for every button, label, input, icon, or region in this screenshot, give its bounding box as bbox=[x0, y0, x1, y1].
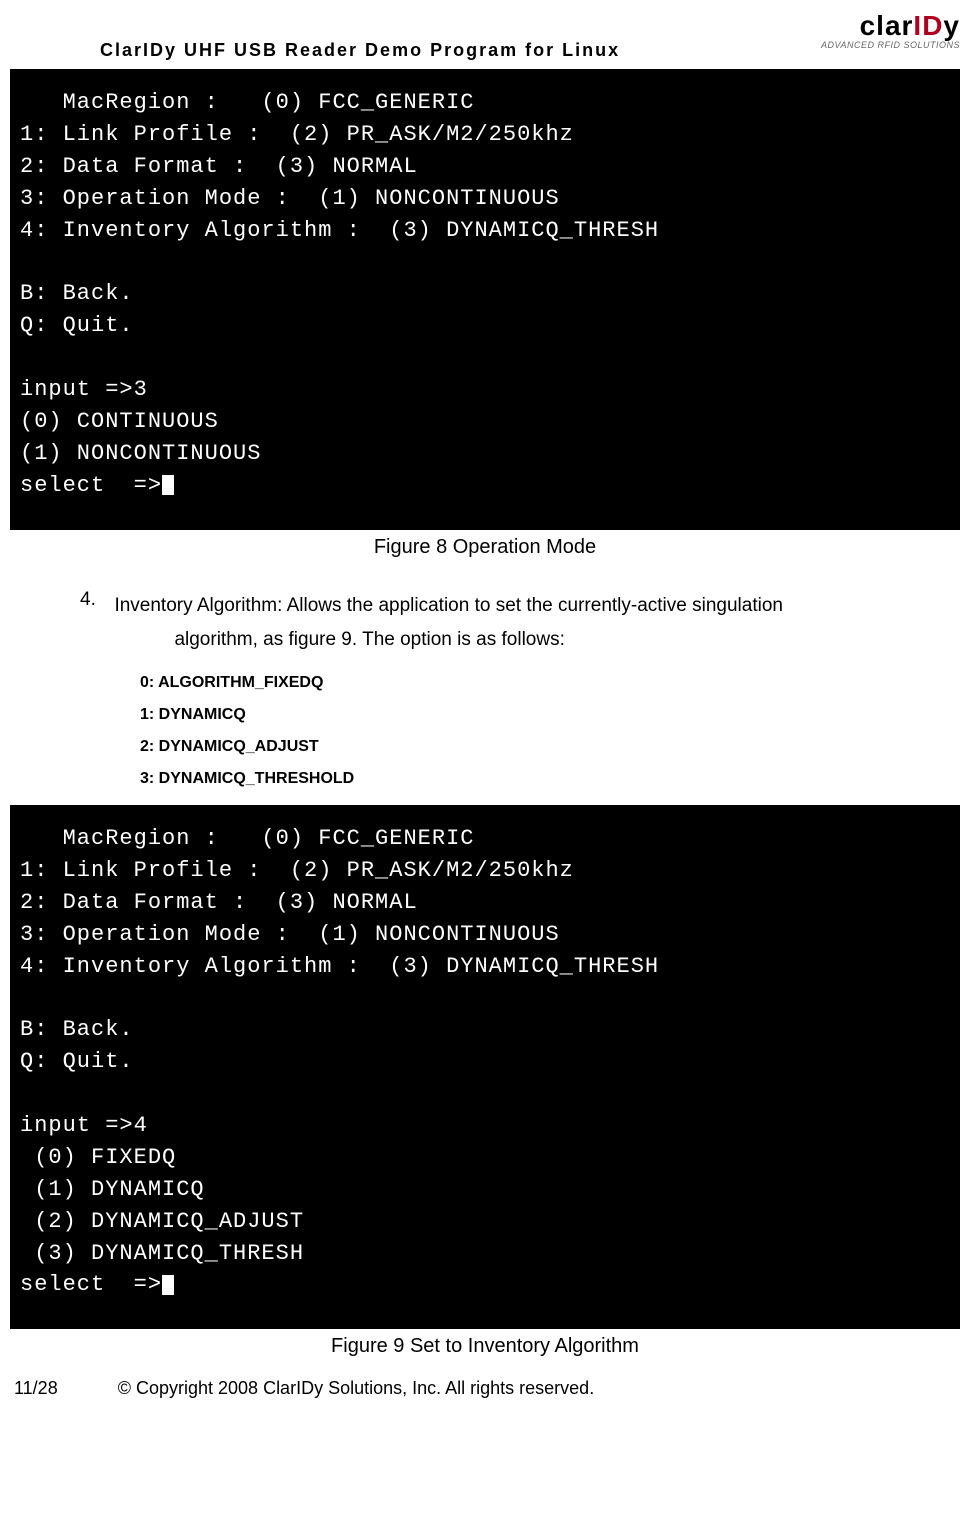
figure-caption-1: Figure 8 Operation Mode bbox=[10, 536, 960, 559]
terminal1-line: 3: Operation Mode : (1) NONCONTINUOUS bbox=[20, 186, 560, 211]
terminal2-line: 2: Data Format : (3) NORMAL bbox=[20, 890, 418, 915]
terminal1-line: select => bbox=[20, 473, 162, 498]
section-4: 4. Inventory Algorithm: Allows the appli… bbox=[80, 589, 890, 657]
company-logo: clarIDy ADVANCED RFID SOLUTIONS bbox=[821, 10, 960, 50]
page-number: 11/28 bbox=[14, 1378, 58, 1399]
logo-text-clar: clar bbox=[860, 10, 914, 41]
cursor-icon bbox=[162, 475, 174, 495]
terminal1-line: B: Back. bbox=[20, 281, 134, 306]
terminal2-line: input =>4 bbox=[20, 1113, 148, 1138]
section-line2: algorithm, as figure 9. The option is as… bbox=[174, 623, 884, 657]
page-footer: 11/28 © Copyright 2008 ClarIDy Solutions… bbox=[10, 1378, 960, 1399]
terminal2-line: 4: Inventory Algorithm : (3) DYNAMICQ_TH… bbox=[20, 954, 659, 979]
option-3: 3: DYNAMICQ_THRESHOLD bbox=[140, 763, 960, 795]
option-2: 2: DYNAMICQ_ADJUST bbox=[140, 731, 960, 763]
algorithm-options: 0: ALGORITHM_FIXEDQ 1: DYNAMICQ 2: DYNAM… bbox=[140, 667, 960, 795]
figure-caption-2: Figure 9 Set to Inventory Algorithm bbox=[10, 1335, 960, 1358]
terminal2-line: (2) DYNAMICQ_ADJUST bbox=[20, 1209, 304, 1234]
section-text: Inventory Algorithm: Allows the applicat… bbox=[114, 589, 884, 657]
section-number: 4. bbox=[80, 589, 110, 611]
terminal2-line: select => bbox=[20, 1272, 162, 1297]
logo-subtitle: ADVANCED RFID SOLUTIONS bbox=[821, 40, 960, 50]
terminal1-line: 4: Inventory Algorithm : (3) DYNAMICQ_TH… bbox=[20, 218, 659, 243]
option-1: 1: DYNAMICQ bbox=[140, 699, 960, 731]
cursor-icon bbox=[162, 1275, 174, 1295]
terminal1-line: Q: Quit. bbox=[20, 313, 134, 338]
terminal1-line: (0) CONTINUOUS bbox=[20, 409, 219, 434]
terminal1-line: 1: Link Profile : (2) PR_ASK/M2/250khz bbox=[20, 122, 574, 147]
copyright-text: © Copyright 2008 ClarIDy Solutions, Inc.… bbox=[118, 1378, 594, 1399]
terminal2-line: B: Back. bbox=[20, 1017, 134, 1042]
logo-main: clarIDy bbox=[821, 10, 960, 42]
terminal-screenshot-2: MacRegion : (0) FCC_GENERIC 1: Link Prof… bbox=[10, 805, 960, 1329]
option-0: 0: ALGORITHM_FIXEDQ bbox=[140, 667, 960, 699]
terminal2-line: 1: Link Profile : (2) PR_ASK/M2/250khz bbox=[20, 858, 574, 883]
terminal1-line: 2: Data Format : (3) NORMAL bbox=[20, 154, 418, 179]
terminal2-line: (1) DYNAMICQ bbox=[20, 1177, 205, 1202]
page-header: ClarIDy UHF USB Reader Demo Program for … bbox=[10, 10, 960, 61]
terminal2-line: Q: Quit. bbox=[20, 1049, 134, 1074]
terminal2-line: (0) FIXEDQ bbox=[20, 1145, 176, 1170]
terminal1-line: (1) NONCONTINUOUS bbox=[20, 441, 261, 466]
terminal2-line: (3) DYNAMICQ_THRESH bbox=[20, 1241, 304, 1266]
terminal-screenshot-1: MacRegion : (0) FCC_GENERIC 1: Link Prof… bbox=[10, 69, 960, 530]
terminal2-line: 3: Operation Mode : (1) NONCONTINUOUS bbox=[20, 922, 560, 947]
terminal2-line: MacRegion : (0) FCC_GENERIC bbox=[20, 826, 474, 851]
document-title: ClarIDy UHF USB Reader Demo Program for … bbox=[100, 40, 620, 61]
terminal1-line: input =>3 bbox=[20, 377, 148, 402]
logo-text-id: ID bbox=[913, 10, 943, 41]
logo-text-y: y bbox=[943, 10, 960, 41]
terminal1-line: MacRegion : (0) FCC_GENERIC bbox=[20, 90, 474, 115]
section-line1: Inventory Algorithm: Allows the applicat… bbox=[114, 595, 783, 616]
